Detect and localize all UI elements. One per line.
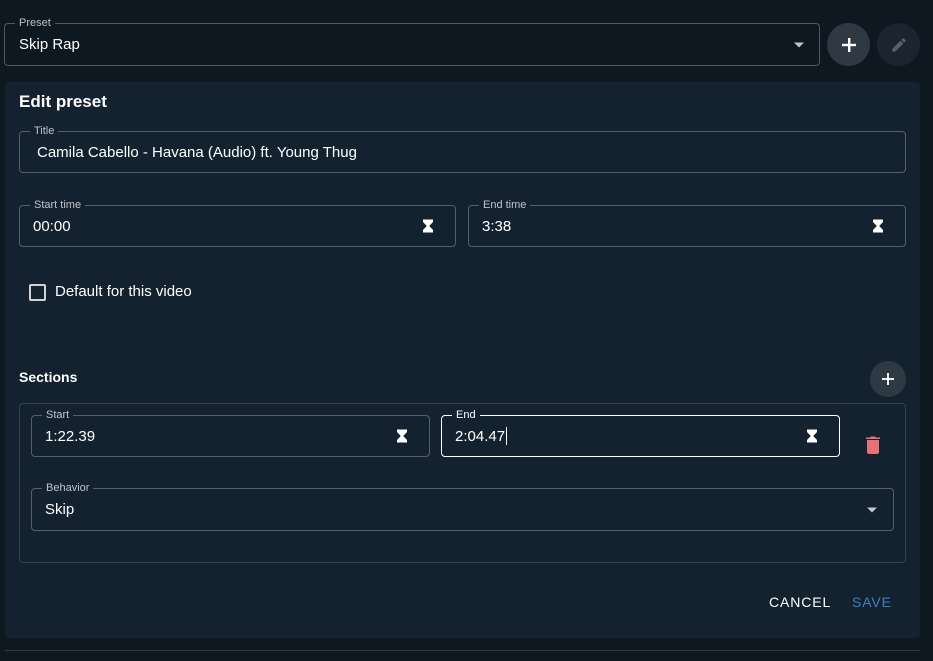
hourglass-icon[interactable] xyxy=(423,219,433,233)
bottom-divider xyxy=(5,650,920,651)
preset-select[interactable]: Preset Skip Rap xyxy=(4,16,820,66)
edit-preset-button[interactable] xyxy=(877,23,920,66)
preset-value: Skip Rap xyxy=(19,36,80,53)
chevron-down-icon xyxy=(867,507,877,512)
sections-heading: Sections xyxy=(19,369,78,385)
add-preset-button[interactable] xyxy=(827,23,870,66)
behavior-value: Skip xyxy=(45,501,75,518)
text-cursor xyxy=(506,427,508,445)
add-section-button[interactable] xyxy=(870,361,906,397)
section-start-value: 1:22.39 xyxy=(45,427,96,445)
default-checkbox-label: Default for this video xyxy=(55,283,192,300)
hourglass-icon[interactable] xyxy=(397,429,407,443)
end-time-field[interactable]: End time 3:38 xyxy=(468,198,906,247)
default-checkbox[interactable] xyxy=(29,284,46,301)
delete-section-button[interactable] xyxy=(858,430,888,460)
section-end-value: 2:04.47 xyxy=(455,416,508,456)
section-end-text: 2:04.47 xyxy=(455,427,506,445)
pencil-icon xyxy=(891,37,906,52)
section-end-field[interactable]: End 2:04.47 xyxy=(441,408,840,457)
trash-icon xyxy=(866,436,880,454)
behavior-select[interactable]: Behavior Skip xyxy=(31,481,894,531)
edit-preset-heading: Edit preset xyxy=(19,92,107,111)
start-time-field[interactable]: Start time 00:00 xyxy=(19,198,456,247)
end-time-value: 3:38 xyxy=(482,217,512,235)
hourglass-icon[interactable] xyxy=(807,429,817,443)
title-value: Camila Cabello - Havana (Audio) ft. Youn… xyxy=(37,143,357,161)
start-time-value: 00:00 xyxy=(33,217,71,235)
section-start-field[interactable]: Start 1:22.39 xyxy=(31,408,430,457)
plus-icon xyxy=(882,373,894,385)
plus-icon xyxy=(841,37,856,52)
title-field[interactable]: Title Camila Cabello - Havana (Audio) ft… xyxy=(19,124,906,173)
save-button[interactable]: SAVE xyxy=(852,594,892,610)
cancel-button[interactable]: CANCEL xyxy=(769,594,831,610)
hourglass-icon[interactable] xyxy=(873,219,883,233)
chevron-down-icon xyxy=(794,42,804,47)
